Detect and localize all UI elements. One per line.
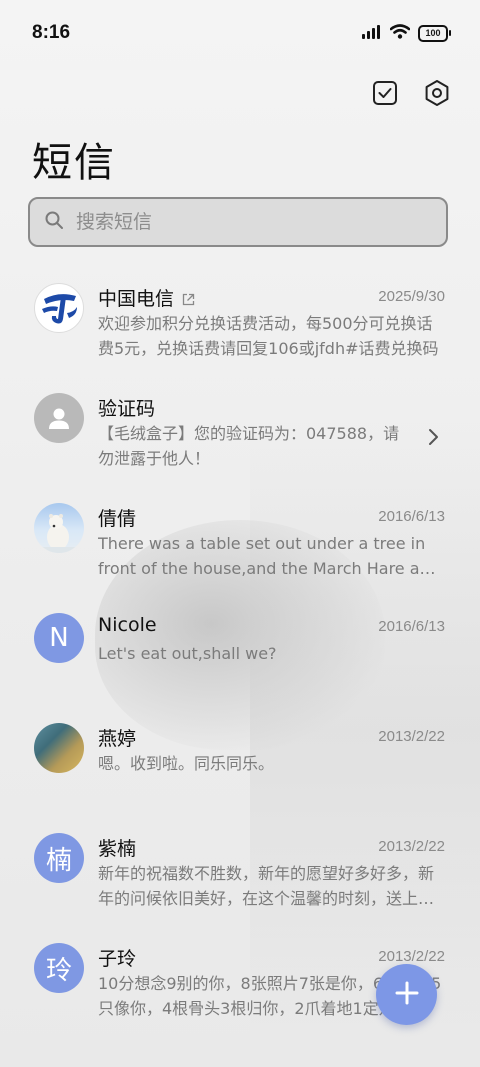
conversation-item[interactable]: 验证码 【毛绒盒子】您的验证码为：047588，请勿泄露于他人！ — [0, 380, 480, 490]
conversation-name: Nicole — [98, 614, 157, 636]
conversation-list: 中国电信 2025/9/30 欢迎参加积分兑换话费活动，每500分可兑换话费5元… — [0, 270, 480, 1040]
conversation-date: 2013/2/22 — [378, 728, 445, 745]
status-icons: 100 — [362, 24, 451, 43]
conversation-preview: Let's eat out,shall we? — [98, 644, 277, 663]
new-message-button[interactable] — [376, 964, 437, 1025]
search-icon — [44, 210, 64, 234]
status-time: 8:16 — [32, 22, 71, 43]
conversation-date: 2016/6/13 — [378, 508, 445, 525]
search-bar[interactable] — [28, 197, 448, 247]
conversation-preview: There was a table set out under a tree i… — [98, 534, 440, 578]
conversation-name: 倩倩 — [98, 508, 137, 530]
conversation-item[interactable]: 燕婷 2013/2/22 嗯。收到啦。同乐同乐。 — [0, 710, 480, 820]
chevron-right-icon — [428, 428, 440, 450]
conversation-date: 2016/6/13 — [378, 618, 445, 635]
external-link-icon — [182, 289, 195, 311]
status-bar: 8:16 100 — [0, 0, 480, 66]
conversation-preview: 【毛绒盒子】您的验证码为：047588，请勿泄露于他人！ — [98, 424, 400, 468]
letter-avatar: 玲 — [34, 943, 84, 993]
battery-level: 100 — [425, 28, 441, 38]
conversation-date: 2025/9/30 — [378, 288, 445, 305]
conversation-preview: 欢迎参加积分兑换话费活动，每500分可兑换话费5元，兑换话费请回复106或jfd… — [98, 314, 439, 358]
settings-hexagon-icon[interactable] — [422, 78, 452, 108]
landscape-photo-avatar — [34, 723, 84, 773]
conversation-name: 子玲 — [98, 948, 137, 970]
top-toolbar — [370, 78, 452, 108]
wifi-icon — [389, 24, 411, 43]
china-telecom-logo — [34, 283, 84, 333]
conversation-item[interactable]: 中国电信 2025/9/30 欢迎参加积分兑换话费活动，每500分可兑换话费5元… — [0, 270, 480, 380]
conversation-date: 2013/2/22 — [378, 948, 445, 965]
select-checkbox-icon[interactable] — [370, 78, 400, 108]
conversation-item[interactable]: 倩倩 2016/6/13 There was a table set out u… — [0, 490, 480, 600]
polar-bear-avatar — [34, 503, 84, 553]
default-person-icon — [34, 393, 84, 443]
signal-icon — [362, 24, 382, 43]
conversation-preview: 新年的祝福数不胜数，新年的愿望好多好多，新年的问候依旧美好，在这个温馨的时刻，送… — [98, 864, 435, 908]
battery-icon: 100 — [418, 25, 451, 42]
conversation-preview: 嗯。收到啦。同乐同乐。 — [98, 754, 275, 773]
plus-icon — [394, 980, 420, 1010]
search-input[interactable] — [74, 210, 408, 234]
conversation-item[interactable]: N Nicole 2016/6/13 Let's eat out,shall w… — [0, 600, 480, 710]
conversation-name: 紫楠 — [98, 838, 137, 860]
conversation-name: 燕婷 — [98, 728, 137, 750]
conversation-item[interactable]: 楠 紫楠 2013/2/22 新年的祝福数不胜数，新年的愿望好多好多，新年的问候… — [0, 820, 480, 930]
conversation-date: 2013/2/22 — [378, 838, 445, 855]
letter-avatar: N — [34, 613, 84, 663]
letter-avatar: 楠 — [34, 833, 84, 883]
conversation-name: 中国电信 — [98, 284, 195, 311]
conversation-name: 验证码 — [98, 398, 156, 420]
page-title: 短信 — [32, 140, 116, 186]
